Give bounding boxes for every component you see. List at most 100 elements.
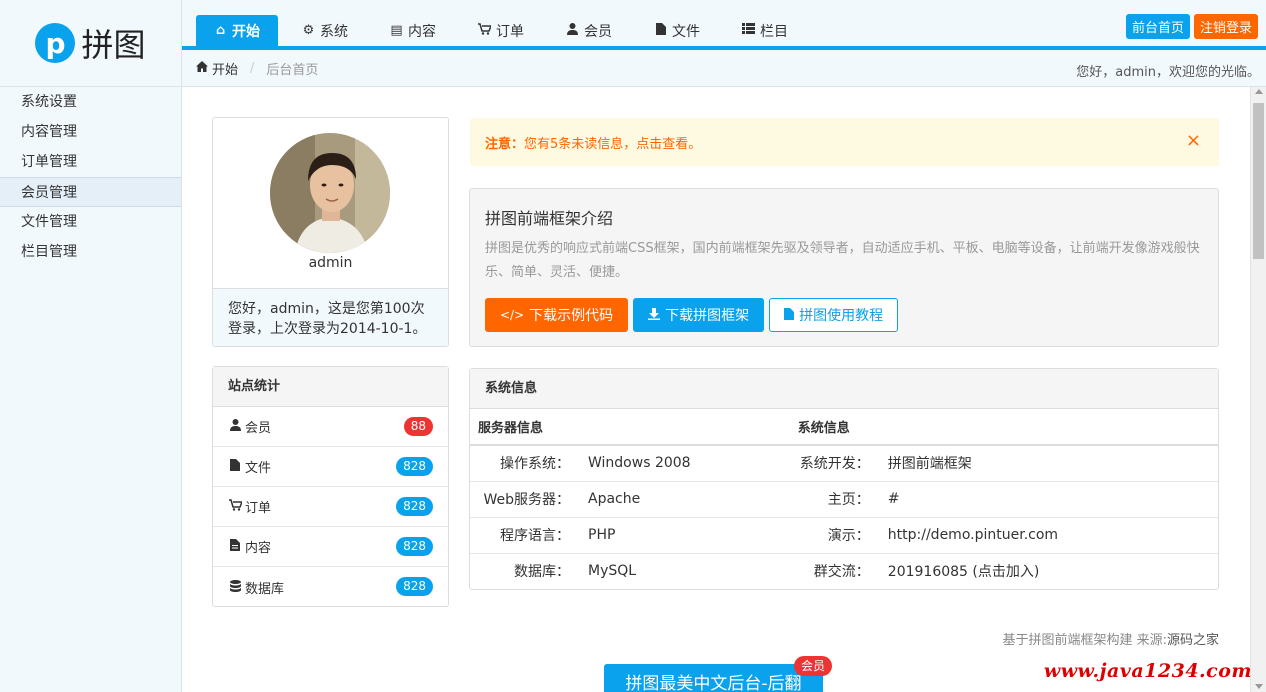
notice-alert[interactable]: 注意：您有5条未读信息，点击查看。 ×	[470, 118, 1219, 166]
main-content: admin 您好，admin，这是您第100次登录，上次登录为2014-10-1…	[182, 87, 1250, 692]
tab-system[interactable]: ⚙ 系统	[284, 15, 366, 46]
tab-content[interactable]: ▤ 内容	[372, 15, 454, 46]
count-badge: 828	[396, 537, 433, 556]
profile-card: admin 您好，admin，这是您第100次登录，上次登录为2014-10-1…	[212, 117, 449, 347]
notice-prefix: 注意：	[485, 137, 525, 152]
logo-text: 拼图	[81, 26, 146, 64]
scroll-up-arrow-icon[interactable]	[1255, 89, 1263, 94]
demo-link[interactable]: http://demo.pintuer.com	[879, 517, 1218, 554]
promo-button[interactable]: 拼图最美中文后台-后翻	[604, 664, 823, 692]
table-row: 操作系统： Windows 2008 系统开发： 拼图前端框架	[470, 445, 1218, 482]
avatar	[270, 133, 390, 253]
download-framework-button[interactable]: 下载拼图框架	[633, 298, 765, 332]
tab-label: 文件	[672, 23, 700, 40]
framework-intro-panel: 拼图前端框架介绍 拼图是优秀的响应式前端CSS框架，国内前端框架先驱及领导者，自…	[469, 188, 1219, 347]
greeting-text: 您好，admin，欢迎您的光临。	[1076, 65, 1260, 80]
button-label: 拼图使用教程	[799, 308, 884, 324]
sidebar-item-members[interactable]: 会员管理	[0, 177, 181, 207]
stat-label: 文件	[245, 461, 272, 476]
sidebar-item-content[interactable]: 内容管理	[0, 117, 181, 147]
column-header-server: 服务器信息	[470, 409, 790, 446]
stat-row-files[interactable]: 文件 828	[213, 447, 448, 487]
row-value: MySQL	[588, 563, 637, 580]
user-icon	[566, 22, 579, 39]
column-header-system: 系统信息	[789, 409, 1218, 446]
gear-icon: ⚙	[302, 23, 315, 38]
notice-message: 您有5条未读信息，点击查看。	[524, 137, 702, 152]
row-value: 拼图前端框架	[879, 445, 1218, 482]
home-icon: ⌂	[215, 23, 226, 38]
row-key: 程序语言：	[470, 517, 580, 554]
user-icon	[228, 419, 242, 434]
breadcrumb-home[interactable]: 开始	[196, 59, 238, 78]
frontend-home-button[interactable]: 前台首页	[1125, 14, 1190, 39]
row-key: 系统开发：	[789, 445, 880, 482]
site-stats-panel: 站点统计 会员 88 文件 828 订单 828 内容 828 数据库 828	[212, 366, 449, 607]
tutorial-button[interactable]: 拼图使用教程	[769, 298, 899, 332]
member-badge: 会员	[794, 656, 833, 676]
file-icon	[228, 459, 242, 474]
stat-row-members[interactable]: 会员 88	[213, 407, 448, 447]
logo: p 拼图	[0, 0, 182, 87]
sidebar-item-orders[interactable]: 订单管理	[0, 147, 181, 177]
table-header-row: 服务器信息 系统信息	[470, 409, 1218, 446]
sysinfo-title: 系统信息	[470, 369, 1218, 409]
scrollbar[interactable]	[1250, 87, 1266, 692]
button-label: 下载示例代码	[529, 308, 614, 324]
home-icon	[196, 61, 208, 75]
button-label: 下载拼图框架	[665, 308, 750, 324]
sidebar-item-columns[interactable]: 栏目管理	[0, 237, 181, 267]
tab-label: 内容	[408, 23, 436, 40]
file-icon	[784, 307, 795, 323]
tab-orders[interactable]: 订单	[460, 15, 542, 46]
row-key: 主页：	[789, 481, 880, 518]
count-badge: 828	[396, 457, 433, 476]
tab-members[interactable]: 会员	[548, 15, 630, 46]
stat-label: 数据库	[245, 581, 285, 597]
stats-title: 站点统计	[213, 367, 448, 407]
tab-label: 栏目	[760, 23, 788, 40]
footnote-source-link[interactable]: 源码之家	[1167, 633, 1219, 648]
homepage-link[interactable]: #	[879, 481, 1218, 518]
tab-files[interactable]: 文件	[636, 15, 718, 46]
count-badge: 828	[396, 497, 433, 516]
scroll-thumb[interactable]	[1253, 103, 1264, 259]
logo-mark: p	[35, 23, 76, 63]
download-icon	[648, 307, 661, 323]
table-row: 数据库： MySQL 群交流： 201916085 (点击加入)	[470, 553, 1218, 589]
sysinfo-table: 服务器信息 系统信息 操作系统： Windows 2008 系统开发： 拼图前端…	[470, 409, 1218, 589]
top-nav: ⌂ 开始 ⚙ 系统 ▤ 内容 订单 会员 文件 栏目 前台首页 注销登录	[182, 0, 1266, 50]
stat-row-database[interactable]: 数据库 828	[213, 567, 448, 607]
profile-username: admin	[308, 255, 353, 271]
close-icon[interactable]: ×	[1186, 130, 1201, 151]
shopping-cart-icon	[478, 22, 493, 39]
database-icon	[228, 579, 242, 595]
system-info-panel: 系统信息 服务器信息 系统信息 操作系统： Windows 2008 系统开发：…	[469, 368, 1219, 590]
breadcrumb: 开始 / 后台首页 您好，admin，欢迎您的光临。	[182, 50, 1266, 87]
file-text-icon	[228, 539, 242, 554]
group-join-link[interactable]: 201916085 (点击加入)	[880, 553, 1218, 589]
sidebar-item-system-settings[interactable]: 系统设置	[0, 87, 181, 117]
breadcrumb-current: 后台首页	[266, 62, 319, 78]
scroll-down-arrow-icon[interactable]	[1255, 684, 1263, 689]
stat-row-content[interactable]: 内容 828	[213, 527, 448, 567]
tab-label: 开始	[232, 23, 260, 40]
row-value: Apache	[580, 481, 790, 518]
sidebar: 系统设置 内容管理 订单管理 会员管理 文件管理 栏目管理	[0, 87, 182, 692]
intro-description: 拼图是优秀的响应式前端CSS框架，国内前端框架先驱及领导者，自动适应手机、平板、…	[485, 241, 1200, 280]
shopping-cart-icon	[228, 499, 243, 514]
sidebar-item-files[interactable]: 文件管理	[0, 207, 181, 237]
footnote-text: 基于拼图前端框架构建 来源:	[1002, 633, 1167, 648]
stat-row-orders[interactable]: 订单 828	[213, 487, 448, 527]
tab-columns[interactable]: 栏目	[724, 15, 806, 46]
tab-label: 系统	[320, 23, 348, 40]
download-sample-code-button[interactable]: </> 下载示例代码	[485, 298, 629, 332]
logout-button[interactable]: 注销登录	[1193, 14, 1258, 39]
row-key: 演示：	[789, 517, 880, 554]
row-value: Windows 2008	[580, 445, 790, 482]
tab-start[interactable]: ⌂ 开始	[196, 15, 278, 46]
row-key: 操作系统：	[470, 445, 580, 482]
intro-title: 拼图前端框架介绍	[485, 209, 614, 228]
tab-label: 订单	[496, 23, 524, 40]
stat-label: 内容	[245, 541, 272, 556]
